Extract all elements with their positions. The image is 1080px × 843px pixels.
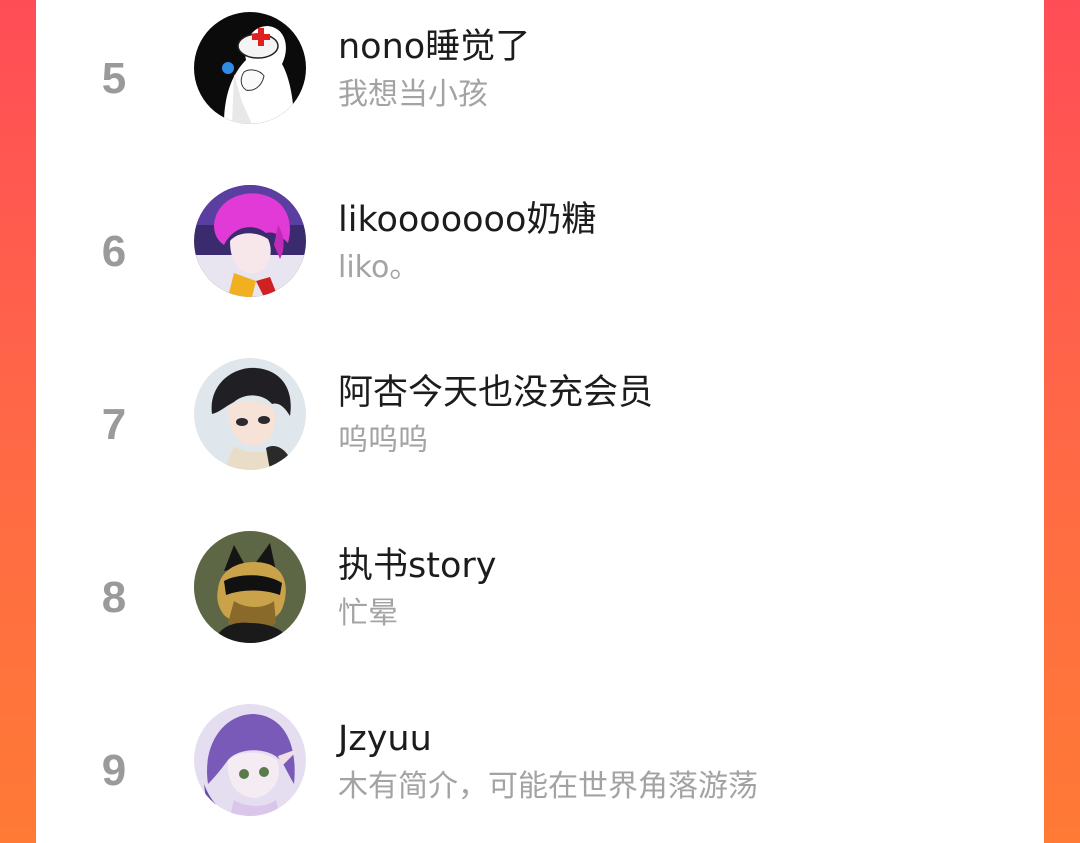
user-bio: 忙晕 [338, 596, 398, 631]
rank-number: 9 [101, 746, 127, 795]
username[interactable]: 执书story [338, 545, 496, 587]
list-item[interactable]: 8 执书story 忙晕 [36, 519, 1044, 679]
list-item[interactable]: 9 Jzyuu 木有简介，可能在世界角落游荡 [36, 692, 1044, 843]
user-bio: 木有简介，可能在世界角落游荡 [338, 769, 758, 804]
user-bio: 呜呜呜 [338, 423, 428, 458]
rank-number: 7 [101, 400, 127, 449]
rank-number: 8 [101, 573, 127, 622]
username[interactable]: likooooooo奶糖 [338, 199, 596, 241]
avatar-masked-cat-icon[interactable] [194, 531, 306, 643]
user-bio: 我想当小孩 [338, 77, 488, 112]
rank-number: 5 [101, 54, 127, 103]
avatar-nurse-icon[interactable] [194, 12, 306, 124]
avatar-pink-hair-icon[interactable] [194, 185, 306, 297]
avatar-purple-hair-icon[interactable] [194, 704, 306, 816]
user-bio: liko。 [338, 250, 420, 285]
username[interactable]: nono睡觉了 [338, 26, 530, 68]
list-item[interactable]: 5 nono睡觉了 我想当小孩 [36, 0, 1044, 160]
avatar-dark-hair-icon[interactable] [194, 358, 306, 470]
list-item[interactable]: 6 likooooooo奶糖 liko。 [36, 173, 1044, 333]
username[interactable]: Jzyuu [338, 718, 432, 760]
list-item[interactable]: 7 阿杏今天也没充会员 呜呜呜 [36, 346, 1044, 506]
username[interactable]: 阿杏今天也没充会员 [338, 372, 653, 414]
rank-number: 6 [101, 227, 127, 276]
ranking-list-panel: 5 nono睡觉了 我想当小孩 6 likooooooo奶糖 liko。 7 阿… [36, 0, 1044, 843]
